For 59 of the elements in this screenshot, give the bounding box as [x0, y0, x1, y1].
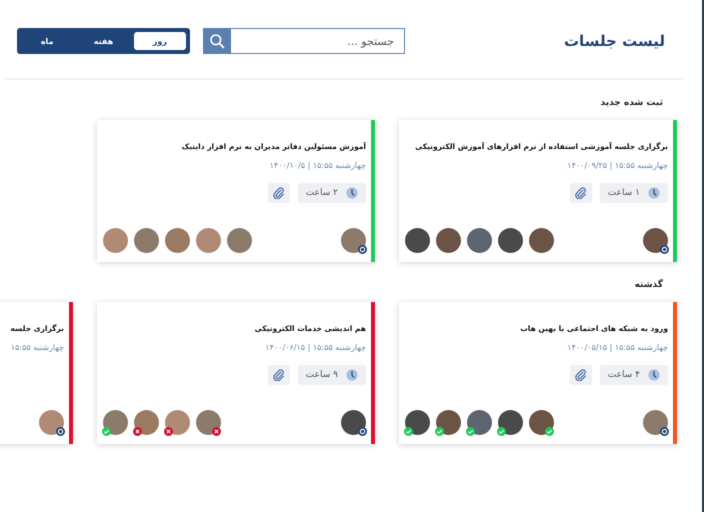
duration-text: ۱ ساعت	[608, 188, 640, 198]
avatar	[134, 410, 159, 435]
clock-icon	[648, 368, 660, 381]
attachment-button[interactable]	[570, 364, 592, 385]
paperclip-icon	[272, 368, 286, 382]
avatar	[436, 228, 461, 253]
avatar	[643, 228, 668, 253]
clock-icon	[648, 186, 660, 199]
avatar	[196, 228, 221, 253]
avatar	[498, 228, 523, 253]
view-tab[interactable]: هفته	[77, 32, 130, 50]
avatar	[405, 228, 430, 253]
gear-badge-icon	[358, 245, 367, 254]
avatar	[467, 228, 492, 253]
search-icon	[209, 33, 225, 49]
avatar	[134, 228, 159, 253]
meeting-date: چهارشنبه ۱۵:۵۵ | ۱۴۰۰/۰۹/۲۵	[566, 160, 668, 170]
duration-text: ۲ ساعت	[306, 188, 338, 198]
page-title: لیست جلسات	[564, 32, 665, 50]
attachment-button[interactable]	[570, 182, 592, 203]
duration-text: ۴ ساعت	[608, 370, 640, 380]
gear-badge-icon	[358, 427, 367, 436]
avatar	[103, 228, 128, 253]
search-button[interactable]	[203, 28, 231, 54]
avatar	[227, 228, 252, 253]
meeting-date: چهارشنبه ۱۵:۵۵ | ۱۴۰۰/۰۶/۱۵	[264, 342, 366, 352]
avatar	[467, 410, 492, 435]
meeting-date: چهارشنبه ۱۵:۵۵ | ۱۴۰۰/۰۵/۱۵	[566, 342, 668, 352]
avatar	[529, 410, 554, 435]
avatar	[39, 410, 64, 435]
avatar	[196, 410, 221, 435]
avatar	[405, 410, 430, 435]
avatar	[498, 410, 523, 435]
paperclip-icon	[272, 186, 286, 200]
attachment-button[interactable]	[268, 364, 290, 385]
avatar	[103, 410, 128, 435]
avatar	[643, 410, 668, 435]
gear-badge-icon	[660, 427, 669, 436]
view-tab[interactable]: روز	[134, 32, 186, 50]
section-label: گذشته	[634, 280, 663, 290]
avatar	[165, 228, 190, 253]
section-label: ثبت شده جدید	[600, 98, 663, 108]
paperclip-icon	[574, 368, 588, 382]
gear-badge-icon	[56, 427, 65, 436]
clock-icon	[346, 186, 358, 199]
attachment-button[interactable]	[268, 182, 290, 203]
avatar	[436, 410, 461, 435]
avatar	[529, 228, 554, 253]
avatar	[341, 410, 366, 435]
avatar	[341, 228, 366, 253]
avatar	[165, 410, 190, 435]
meeting-date: چهارشنبه ۱۵:۵۵	[10, 342, 64, 352]
duration-text: ۹ ساعت	[306, 370, 338, 380]
view-tab[interactable]: ماه	[21, 32, 74, 50]
clock-icon	[346, 368, 358, 381]
search-field[interactable]: جستجو ...	[231, 28, 405, 54]
gear-badge-icon	[660, 245, 669, 254]
meeting-date: چهارشنبه ۱۵:۵۵ | ۱۴۰۰/۱۰/۵	[268, 160, 366, 170]
paperclip-icon	[574, 186, 588, 200]
